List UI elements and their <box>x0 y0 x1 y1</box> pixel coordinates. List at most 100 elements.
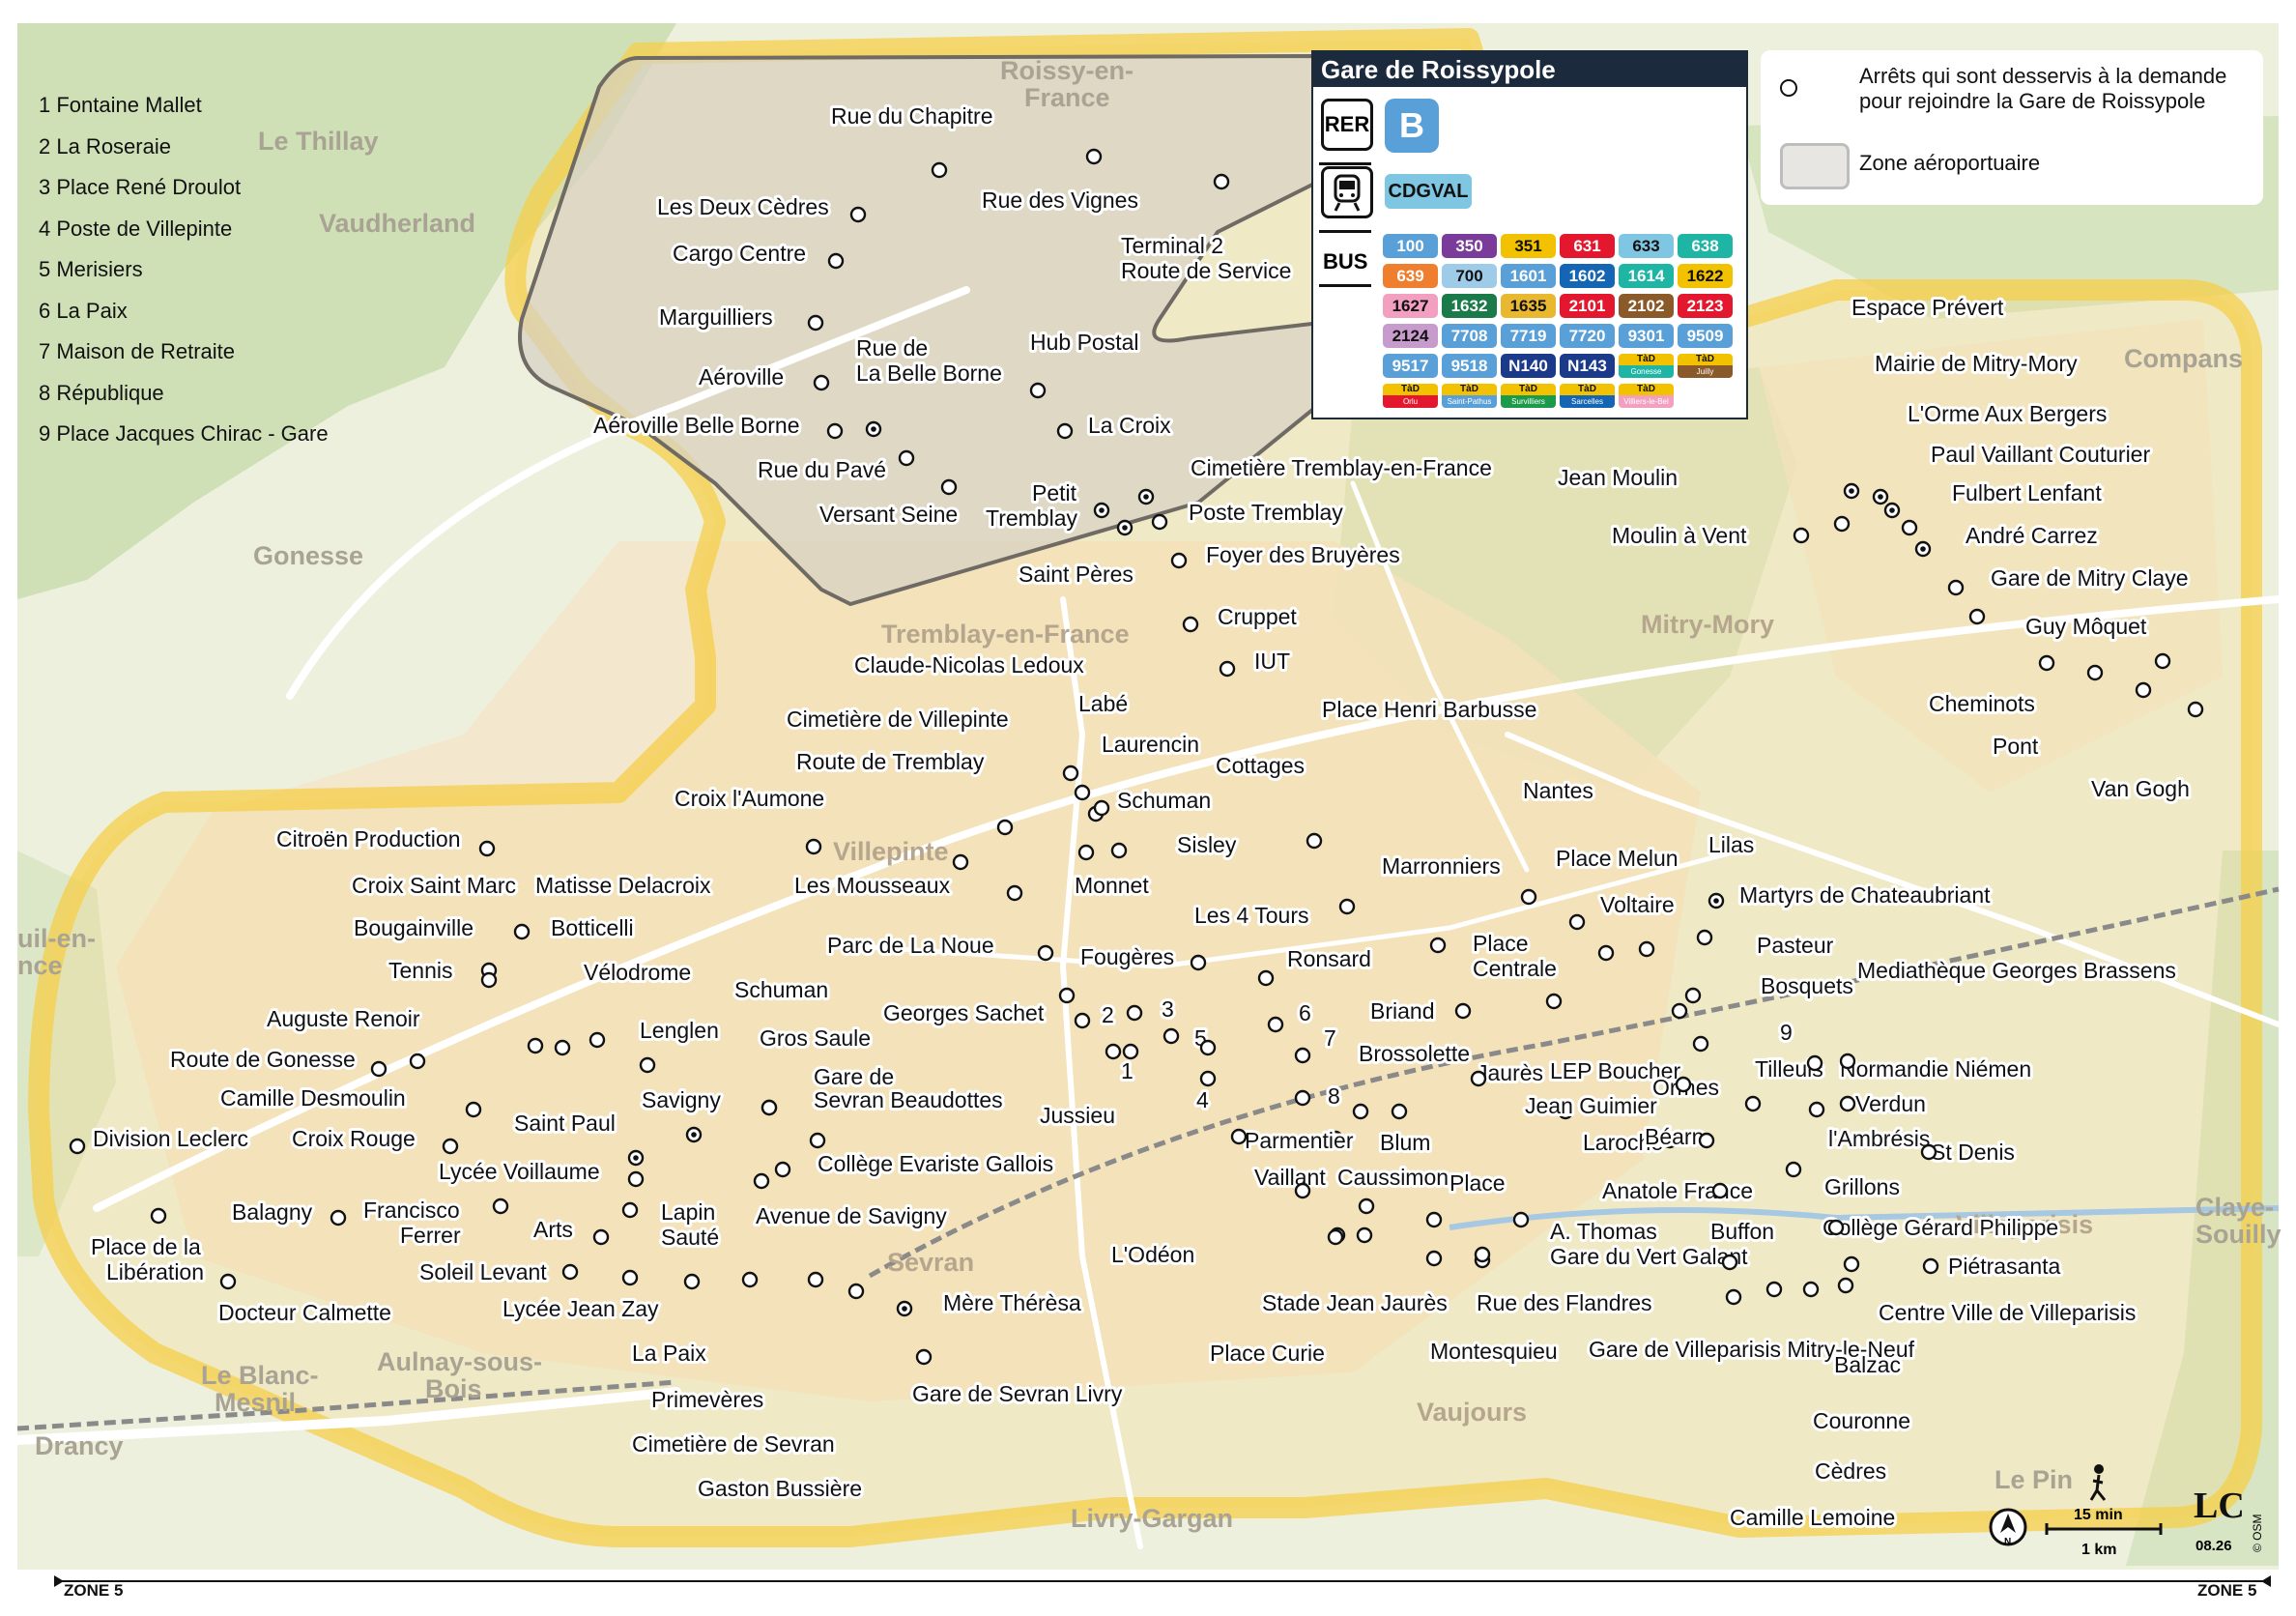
bus-stop-icon[interactable] <box>1110 842 1128 859</box>
bus-stop-icon[interactable] <box>1294 1182 1311 1199</box>
bus-stop-icon[interactable] <box>1520 888 1537 906</box>
bus-stop-icon[interactable] <box>1696 929 1713 946</box>
bus-stop-icon[interactable] <box>1074 784 1091 801</box>
bus-stop-icon[interactable] <box>1837 1277 1854 1294</box>
bus-stop-icon[interactable] <box>1545 993 1563 1010</box>
bus-stop-icon[interactable] <box>2187 701 2204 718</box>
bus-stop-icon[interactable] <box>805 838 822 855</box>
bus-stop-icon[interactable] <box>826 422 844 440</box>
bus-stop-icon[interactable] <box>1162 1027 1180 1045</box>
bus-stop-icon[interactable] <box>527 1037 544 1054</box>
bus-stop-icon[interactable] <box>1037 944 1054 962</box>
bus-stop-icon[interactable] <box>1429 937 1447 954</box>
bus-stop-icon[interactable] <box>774 1161 791 1178</box>
bus-stop-icon[interactable] <box>639 1056 656 1074</box>
bus-stop-icon[interactable] <box>150 1207 167 1225</box>
bus-stop-icon[interactable] <box>69 1138 86 1155</box>
bus-stop-icon[interactable] <box>1338 898 1356 915</box>
bus-stop-icon[interactable] <box>827 252 845 270</box>
bus-stop-icon[interactable] <box>1126 1004 1143 1022</box>
bus-stop-icon[interactable] <box>1294 1047 1311 1064</box>
bus-stop-icon[interactable] <box>1470 1070 1487 1087</box>
bus-stop-icon[interactable] <box>807 314 824 332</box>
bus-stop-icon[interactable] <box>1230 1128 1248 1145</box>
bus-stop-icon[interactable] <box>741 1271 759 1288</box>
bus-stop-icon[interactable] <box>442 1138 459 1155</box>
bus-stop-icon[interactable] <box>1827 1219 1845 1236</box>
bus-stop-icon[interactable] <box>1062 765 1079 782</box>
bus-stop-icon[interactable] <box>849 206 867 223</box>
bus-stop-icon[interactable] <box>1085 148 1103 165</box>
bus-stop-icon[interactable] <box>554 1039 571 1056</box>
bus-stop-icon[interactable] <box>588 1031 606 1049</box>
bus-stop-icon[interactable] <box>1968 608 1986 625</box>
bus-stop-icon[interactable] <box>1425 1211 1443 1228</box>
bus-stop-icon[interactable] <box>1077 844 1095 861</box>
bus-stop-icon[interactable] <box>1352 1103 1369 1120</box>
bus-stop-icon[interactable] <box>1219 660 1236 678</box>
bus-stop-icon[interactable] <box>1257 969 1275 987</box>
bus-stop-icon[interactable] <box>1711 1182 1729 1199</box>
bus-stop-icon[interactable] <box>1213 173 1230 190</box>
bus-stop-icon[interactable] <box>2154 652 2171 670</box>
bus-stop-icon[interactable] <box>1802 1281 1820 1298</box>
bus-stop-icon[interactable] <box>492 1198 509 1215</box>
bus-stop-icon[interactable] <box>1199 1039 1217 1056</box>
bus-stop-icon[interactable] <box>1454 1002 1472 1020</box>
bus-stop-icon[interactable] <box>1698 1132 1715 1149</box>
bus-stop-icon[interactable] <box>1671 1002 1688 1020</box>
bus-stop-icon[interactable] <box>1833 515 1851 533</box>
bus-stop-icon[interactable] <box>1425 1250 1443 1267</box>
bus-stop-icon[interactable] <box>996 819 1014 836</box>
bus-stop-icon[interactable] <box>898 449 915 467</box>
bus-stop-icon[interactable] <box>809 1132 826 1149</box>
bus-stop-icon[interactable] <box>1122 1043 1139 1060</box>
bus-stop-icon[interactable] <box>1922 1257 1939 1275</box>
bus-stop-icon[interactable] <box>1744 1095 1762 1112</box>
bus-stop-icon[interactable] <box>1182 616 1199 633</box>
bus-stop-icon[interactable] <box>1839 1095 1856 1112</box>
bus-stop-icon[interactable] <box>1765 1281 1783 1298</box>
bus-stop-icon[interactable] <box>1675 1076 1692 1093</box>
bus-stop-icon[interactable] <box>1806 1054 1823 1072</box>
bus-stop-icon[interactable] <box>1684 987 1702 1004</box>
bus-stop-icon[interactable] <box>370 1060 387 1078</box>
bus-stop-icon[interactable] <box>1808 1101 1825 1118</box>
bus-stop-icon[interactable] <box>753 1172 770 1190</box>
bus-stop-icon[interactable] <box>1006 884 1023 902</box>
bus-stop-icon[interactable] <box>409 1053 426 1070</box>
bus-stop-icon[interactable] <box>2135 681 2152 699</box>
bus-stop-icon[interactable] <box>1074 1012 1091 1029</box>
bus-stop-icon[interactable] <box>219 1273 237 1290</box>
bus-stop-icon[interactable] <box>1105 1043 1122 1060</box>
bus-stop-icon[interactable] <box>1638 940 1655 958</box>
bus-stop-icon[interactable] <box>931 161 948 179</box>
bus-stop-icon[interactable] <box>480 971 498 989</box>
bus-stop-icon[interactable] <box>813 374 830 391</box>
bus-stop-icon[interactable] <box>761 1099 778 1116</box>
bus-stop-icon[interactable] <box>1474 1246 1491 1263</box>
bus-stop-icon[interactable] <box>1947 579 1965 596</box>
bus-stop-icon[interactable] <box>1356 1226 1373 1244</box>
bus-stop-icon[interactable] <box>1391 1103 1408 1120</box>
bus-stop-icon[interactable] <box>1597 944 1615 962</box>
bus-stop-icon[interactable] <box>1170 552 1188 569</box>
bus-stop-icon[interactable] <box>1901 519 1918 536</box>
bus-stop-icon[interactable] <box>1056 422 1074 440</box>
bus-stop-icon[interactable] <box>1294 1089 1311 1107</box>
bus-stop-icon[interactable] <box>330 1209 347 1226</box>
bus-stop-icon[interactable] <box>1692 1035 1709 1053</box>
bus-stop-icon[interactable] <box>1839 1053 1856 1070</box>
bus-stop-icon[interactable] <box>513 923 531 940</box>
bus-stop-icon[interactable] <box>683 1273 701 1290</box>
bus-stop-icon[interactable] <box>1190 954 1207 971</box>
bus-stop-icon[interactable] <box>592 1228 610 1246</box>
bus-stop-icon[interactable] <box>915 1348 933 1366</box>
bus-stop-icon[interactable] <box>1793 527 1810 544</box>
bus-stop-icon[interactable] <box>627 1170 645 1188</box>
bus-stop-icon[interactable] <box>847 1283 865 1300</box>
bus-stop-icon[interactable] <box>478 840 496 857</box>
bus-stop-icon[interactable] <box>1568 913 1586 931</box>
bus-stop-icon[interactable] <box>561 1263 579 1281</box>
bus-stop-icon[interactable] <box>1721 1254 1738 1271</box>
